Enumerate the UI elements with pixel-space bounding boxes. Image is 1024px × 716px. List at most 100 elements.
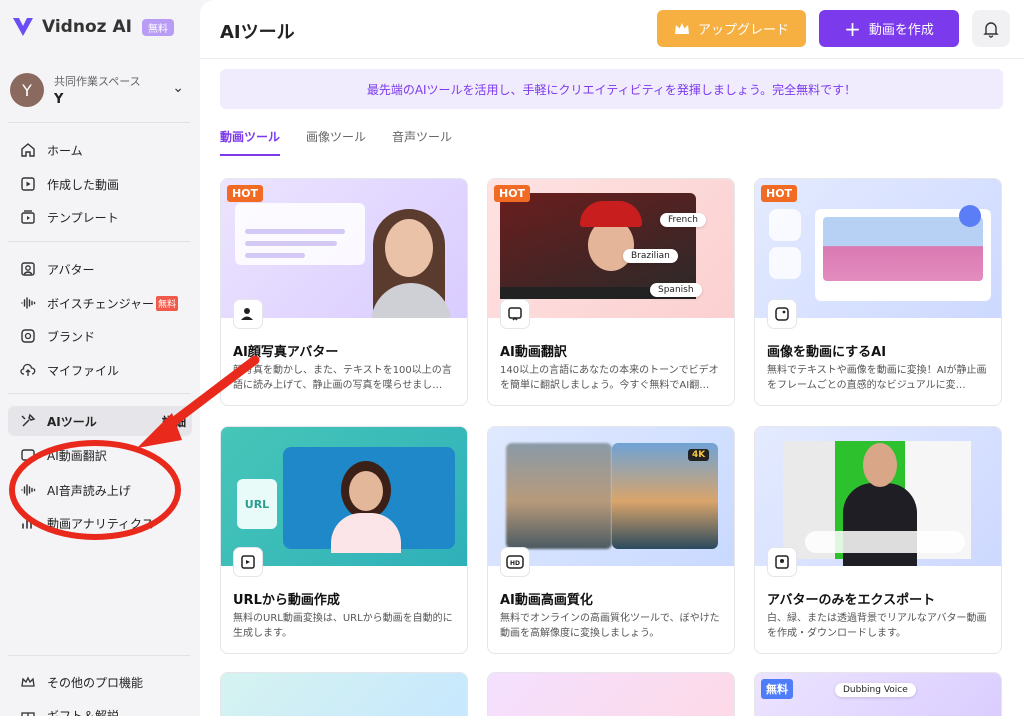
speaker-avatar-icon xyxy=(233,299,263,329)
tab-image-tools[interactable]: 画像ツール xyxy=(306,128,366,156)
upgrade-button[interactable]: アップグレード xyxy=(657,10,806,47)
create-label: 動画を作成 xyxy=(868,23,934,38)
language-chip-spanish: Spanish xyxy=(650,283,702,297)
card-title: AI顔写真アバター xyxy=(233,345,339,360)
image-video-icon xyxy=(767,299,797,329)
divider xyxy=(8,655,190,656)
promo-banner: 最先端のAIツールを活用し、手軽にクリエイティビティを発揮しましょう。完全無料で… xyxy=(220,69,1003,109)
sidebar-item-home[interactable]: ホーム xyxy=(8,135,192,165)
crown-icon xyxy=(674,22,689,34)
card-description: 無料でテキストや画像を動画に変換！AIが静止画をフレームごとの直感的なビジュアル… xyxy=(767,365,987,391)
card-thumbnail: 4K xyxy=(488,427,734,566)
sidebar-item-my-files[interactable]: マイファイル xyxy=(8,355,192,385)
page-title: AIツール xyxy=(220,22,295,43)
bell-icon xyxy=(983,21,999,38)
card-description: 無料のURL動画変換は、URLから動画を自動的に生成します。 xyxy=(233,613,453,639)
hot-badge: HOT xyxy=(761,185,798,202)
card-title: 画像を動画にするAI xyxy=(767,345,887,360)
sidebar-item-label: AIツール xyxy=(47,414,97,429)
workspace-switcher[interactable]: Y 共同作業スペース Y ⌄ xyxy=(10,70,190,110)
brand-icon xyxy=(18,326,38,346)
sidebar-item-my-videos[interactable]: 作成した動画 xyxy=(8,169,192,199)
svg-text:HD: HD xyxy=(510,560,520,567)
sidebar-item-voice-changer[interactable]: ボイスチェンジャー 無料 xyxy=(8,288,192,318)
4k-label: 4K xyxy=(688,449,710,461)
sidebar-item-label: 作成した動画 xyxy=(47,177,120,192)
sidebar-item-label: ホーム xyxy=(47,143,83,158)
voice-icon xyxy=(18,293,38,313)
video-icon xyxy=(18,174,38,194)
card-title: AI動画高画質化 xyxy=(500,593,593,608)
sidebar-item-label: テンプレート xyxy=(47,210,119,225)
tool-card-ai-photo-avatar[interactable]: HOT AI顔写真アバター 顔写真を動かし、また、テキストを100以上の言語に読… xyxy=(220,178,468,406)
tool-card-partial[interactable] xyxy=(487,672,735,716)
sidebar-item-label: アバター xyxy=(47,262,95,277)
language-chip-french: French xyxy=(660,213,706,227)
card-title: URLから動画作成 xyxy=(233,593,340,608)
avatar-export-icon xyxy=(767,547,797,577)
card-description: 顔写真を動かし、また、テキストを100以上の言語に読み上げて、静止画の写真を喋ら… xyxy=(233,365,452,391)
divider xyxy=(8,393,190,394)
url-video-icon xyxy=(233,547,263,577)
sidebar: Vidnoz AI 無料 Y 共同作業スペース Y ⌄ ホーム 作成した動画 テ… xyxy=(0,0,200,716)
logo-free-badge: 無料 xyxy=(141,18,174,36)
card-description: 140以上の言語にあなたの本来のトーンでビデオを簡単に翻訳しましょう。今すぐ無料… xyxy=(500,365,719,391)
gift-icon xyxy=(18,705,38,716)
tool-card-image-to-video[interactable]: HOT 画像を動画にするAI 無料でテキストや画像を動画に変換！AIが静止画をフ… xyxy=(754,178,1002,406)
details-link[interactable]: 詳細 xyxy=(162,413,186,430)
sidebar-item-avatar[interactable]: アバター xyxy=(8,254,192,284)
tool-card-ai-video-translate[interactable]: HOT French Brazilian Spanish AI動画翻訳 140以… xyxy=(487,178,735,406)
logo[interactable]: Vidnoz AI 無料 xyxy=(10,14,174,40)
sidebar-item-ai-tools[interactable]: AIツール 詳細 xyxy=(8,406,192,436)
divider xyxy=(8,241,190,242)
tool-card-ai-video-upscale[interactable]: 4K HD AI動画高画質化 無料でオンラインの高画質化ツールで、ぼやけた動画を… xyxy=(487,426,735,654)
main-panel: AIツール アップグレード + 動画を作成 最先端のAIツールを活用し、手軽にク… xyxy=(200,0,1024,716)
crown-icon xyxy=(18,672,38,692)
sidebar-item-video-analytics[interactable]: 動画アナリティクス xyxy=(8,508,192,538)
sidebar-item-label: マイファイル xyxy=(47,363,120,378)
sidebar-item-templates[interactable]: テンプレート xyxy=(8,202,192,232)
plus-icon: + xyxy=(844,16,861,41)
card-thumbnail xyxy=(221,673,467,716)
sidebar-item-gifts[interactable]: ギフト＆解説 xyxy=(8,700,192,716)
sidebar-item-label: ブランド xyxy=(47,329,96,344)
card-title: AI動画翻訳 xyxy=(500,345,567,360)
tool-card-url-to-video[interactable]: URL URLから動画作成 無料のURL動画変換は、URLから動画を自動的に生成… xyxy=(220,426,468,654)
avatar-icon xyxy=(18,259,38,279)
tools-icon xyxy=(18,411,38,431)
sidebar-item-label: ギフト＆解説 xyxy=(47,708,120,716)
card-thumbnail xyxy=(488,673,734,716)
card-thumbnail xyxy=(755,427,1001,566)
card-description: 無料でオンラインの高画質化ツールで、ぼやけた動画を高解像度に変換しましょう。 xyxy=(500,613,720,639)
vidnoz-logo-icon xyxy=(13,18,33,36)
avatar: Y xyxy=(10,73,44,107)
free-badge: 無料 xyxy=(156,295,179,311)
sidebar-item-ai-voice-reading[interactable]: AI音声読み上げ xyxy=(8,475,192,505)
translate-icon xyxy=(18,445,38,465)
chevron-down-icon[interactable]: ⌄ xyxy=(172,80,184,96)
sidebar-item-label: AI音声読み上げ xyxy=(47,483,131,498)
tab-audio-tools[interactable]: 音声ツール xyxy=(392,128,452,156)
create-video-button[interactable]: + 動画を作成 xyxy=(819,10,959,47)
home-icon xyxy=(18,140,38,160)
upgrade-label: アップグレード xyxy=(697,23,789,38)
sidebar-item-label: 動画アナリティクス xyxy=(47,516,154,531)
tool-card-partial[interactable]: 無料 Dubbing Voice xyxy=(754,672,1002,716)
video-translate-icon xyxy=(500,299,530,329)
sidebar-item-brand[interactable]: ブランド xyxy=(8,321,192,351)
card-thumbnail: URL xyxy=(221,427,467,566)
hd-icon: HD xyxy=(500,547,530,577)
sidebar-item-label: ボイスチェンジャー xyxy=(47,296,155,311)
tool-card-avatar-export[interactable]: アバターのみをエクスポート 白、緑、または透過背景でリアルなアバター動画を作成・… xyxy=(754,426,1002,654)
tool-card-partial[interactable] xyxy=(220,672,468,716)
tool-tabs: 動画ツール 画像ツール 音声ツール xyxy=(220,128,452,156)
sidebar-item-pro-features[interactable]: その他のプロ機能 xyxy=(8,667,192,697)
card-title: アバターのみをエクスポート xyxy=(767,593,936,608)
free-badge: 無料 xyxy=(761,679,793,699)
sidebar-item-ai-video-translate[interactable]: AI動画翻訳 xyxy=(8,440,192,470)
tab-video-tools[interactable]: 動画ツール xyxy=(220,128,281,156)
notification-button[interactable] xyxy=(972,10,1010,47)
dubbing-voice-chip: Dubbing Voice xyxy=(835,683,916,697)
header-divider xyxy=(200,58,1024,59)
sidebar-item-label: AI動画翻訳 xyxy=(47,448,107,463)
